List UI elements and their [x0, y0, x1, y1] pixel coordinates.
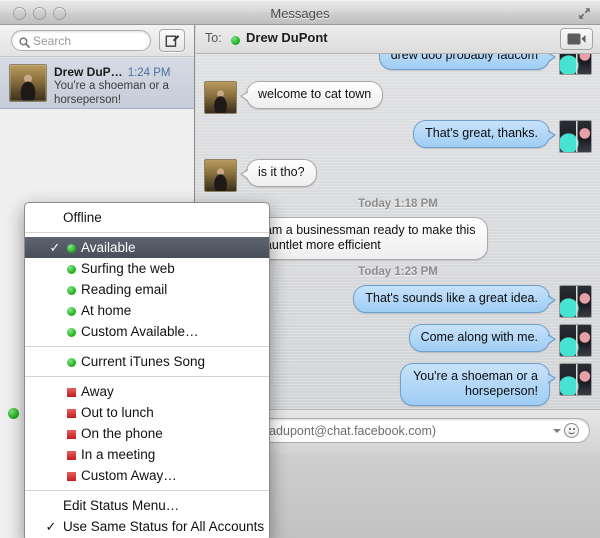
red-square-icon	[67, 409, 76, 418]
menu-item-label: Surfing the web	[81, 261, 175, 276]
message-row: is it tho?	[196, 159, 600, 192]
message-bubble: welcome to cat town	[239, 81, 384, 109]
smiley-face-icon[interactable]	[564, 423, 579, 438]
green-dot-icon	[67, 328, 76, 337]
message-row: That's great, thanks.	[196, 120, 600, 153]
message-bubble: That's sounds like a great idea.	[353, 285, 556, 313]
menu-item-label: Available	[81, 240, 136, 255]
video-camera-icon[interactable]	[560, 28, 593, 50]
recipient-name[interactable]: Drew DuPont	[246, 30, 328, 45]
menu-item-label: Custom Away…	[81, 468, 177, 483]
green-dot-icon	[67, 307, 76, 316]
message-bubble: You're a shoeman or a horseperson!	[400, 363, 556, 406]
status-badge	[231, 36, 240, 45]
search-placeholder: Search	[33, 33, 72, 48]
menu-item-current-itunes-song[interactable]: Current iTunes Song	[25, 351, 269, 372]
chat-header: To: Drew DuPont	[196, 25, 600, 54]
avatar	[9, 64, 47, 102]
window-titlebar: Messages	[0, 0, 600, 25]
conversation-header: Drew DuP… 1:24 PM	[54, 65, 186, 79]
conversation-snippet: You're a shoeman or a horseperson!	[54, 80, 169, 106]
message-row: welcome to cat town	[196, 81, 600, 114]
account-status-dot[interactable]	[8, 408, 19, 419]
menu-item-away[interactable]: Away	[25, 381, 269, 402]
avatar	[559, 120, 592, 153]
menu-item-label: Edit Status Menu…	[63, 498, 180, 513]
checkmark-icon: ✓	[45, 519, 57, 534]
menu-item-out-to-lunch[interactable]: Out to lunch	[25, 402, 269, 423]
menu-item-reading-email[interactable]: Reading email	[25, 279, 269, 300]
checkmark-icon: ✓	[49, 240, 61, 255]
avatar	[204, 81, 237, 114]
red-square-icon	[67, 451, 76, 460]
avatar	[559, 54, 592, 75]
menu-separator	[25, 376, 269, 377]
menu-item-label: Current iTunes Song	[81, 354, 206, 369]
search-icon	[19, 35, 30, 48]
list-item[interactable]: Drew DuP… 1:24 PM You're a shoeman or a …	[0, 57, 194, 109]
avatar	[559, 285, 592, 318]
menu-item-on-the-phone[interactable]: On the phone	[25, 423, 269, 444]
to-label: To:	[205, 31, 222, 45]
conversation-name: Drew DuP…	[54, 65, 123, 79]
message-bubble: drew doo probably faucom	[378, 54, 557, 70]
menu-item-label: Out to lunch	[81, 405, 154, 420]
menu-item-surfing-the-web[interactable]: Surfing the web	[25, 258, 269, 279]
menu-separator	[25, 346, 269, 347]
green-dot-icon	[67, 358, 76, 367]
menu-item-offline[interactable]: Offline	[25, 207, 269, 228]
emoji-picker[interactable]	[553, 423, 579, 438]
conversation-time: 1:24 PM	[127, 67, 171, 79]
green-dot-icon	[67, 244, 76, 253]
message-bubble: Come along with me.	[408, 324, 557, 352]
message-bubble: is it tho?	[240, 159, 317, 187]
menu-item-label: At home	[81, 303, 132, 318]
compose-icon[interactable]	[159, 29, 185, 52]
messages-window: Messages Search Drew DuP… 1:24 PM You're…	[0, 0, 600, 538]
menu-item-label: Use Same Status for All Accounts	[63, 519, 265, 534]
avatar	[204, 159, 237, 192]
conversation-text: Drew DuP… 1:24 PM You're a shoeman or a …	[54, 64, 186, 108]
message-row: drew doo probably faucom	[196, 54, 600, 75]
menu-item-edit-status-menu[interactable]: Edit Status Menu…	[25, 495, 269, 516]
menu-item-custom-away[interactable]: Custom Away…	[25, 465, 269, 486]
menu-item-label: Away	[81, 384, 114, 399]
message-bubble: I am a businessman ready to make this ga…	[240, 217, 488, 260]
menu-item-label: On the phone	[81, 426, 163, 441]
menu-item-label: Reading email	[81, 282, 168, 297]
search-input[interactable]: Search	[11, 30, 151, 51]
chevron-down-icon[interactable]	[553, 428, 561, 433]
fullscreen-arrows-icon[interactable]	[577, 6, 592, 21]
menu-item-label: In a meeting	[81, 447, 156, 462]
window-title: Messages	[270, 6, 330, 21]
avatar	[559, 363, 592, 396]
menu-item-custom-available[interactable]: Custom Available…	[25, 321, 269, 342]
sidebar-toolbar: Search	[0, 25, 194, 57]
menu-separator	[25, 490, 269, 491]
red-square-icon	[67, 430, 76, 439]
red-square-icon	[67, 388, 76, 397]
avatar	[559, 324, 592, 357]
menu-item-available[interactable]: ✓ Available	[25, 237, 269, 258]
red-square-icon	[67, 472, 76, 481]
status-menu[interactable]: Offline ✓ Available Surfing the web Read…	[24, 202, 270, 538]
green-dot-icon	[67, 265, 76, 274]
message-bubble: That's great, thanks.	[413, 120, 556, 148]
menu-item-at-home[interactable]: At home	[25, 300, 269, 321]
menu-item-use-same-status-for-all-accounts[interactable]: ✓ Use Same Status for All Accounts	[25, 516, 269, 537]
green-dot-icon	[67, 286, 76, 295]
menu-item-label: Custom Available…	[81, 324, 199, 339]
menu-separator	[25, 232, 269, 233]
menu-item-in-a-meeting[interactable]: In a meeting	[25, 444, 269, 465]
menu-item-label: Offline	[63, 210, 102, 225]
